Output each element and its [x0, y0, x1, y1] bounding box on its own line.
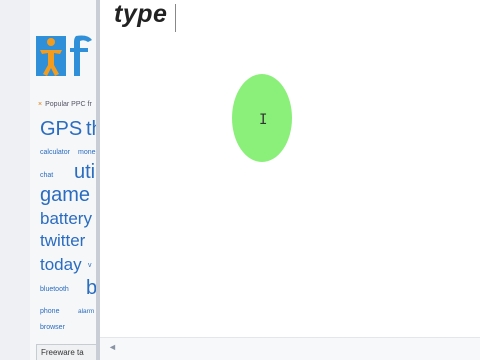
tag-gps[interactable]: GPS — [40, 119, 82, 139]
tag-chat[interactable]: chat — [40, 172, 53, 179]
tag-v[interactable]: v — [88, 262, 92, 269]
tag-mone[interactable]: mone — [78, 149, 96, 156]
page-left-margin — [0, 0, 30, 360]
tag-bluetooth[interactable]: bluetooth — [40, 286, 69, 293]
tag-battery[interactable]: battery — [40, 210, 92, 227]
canvas-typed-text: type — [114, 0, 168, 28]
canvas-bottom-strip: ◄ — [100, 337, 480, 360]
bullet-icon: × — [38, 101, 43, 108]
paint-canvas-window[interactable]: type I ◄ — [96, 0, 480, 360]
text-caret-line — [175, 4, 176, 32]
logo-icon — [36, 35, 92, 76]
tag-phone[interactable]: phone — [40, 308, 59, 315]
popular-heading: × Popular PPC fr — [38, 101, 92, 108]
tag-calculator[interactable]: calculator — [40, 149, 70, 156]
scroll-left-arrow-icon[interactable]: ◄ — [108, 342, 117, 352]
tag-uti[interactable]: uti — [74, 162, 95, 182]
tag-today[interactable]: today — [40, 256, 82, 273]
tag-browser[interactable]: browser — [40, 324, 65, 331]
tag-alarm[interactable]: alarm — [78, 308, 94, 316]
tag-twitter[interactable]: twitter — [40, 232, 85, 249]
tag-game[interactable]: game — [40, 185, 90, 205]
text-cursor-icon: I — [259, 112, 268, 128]
